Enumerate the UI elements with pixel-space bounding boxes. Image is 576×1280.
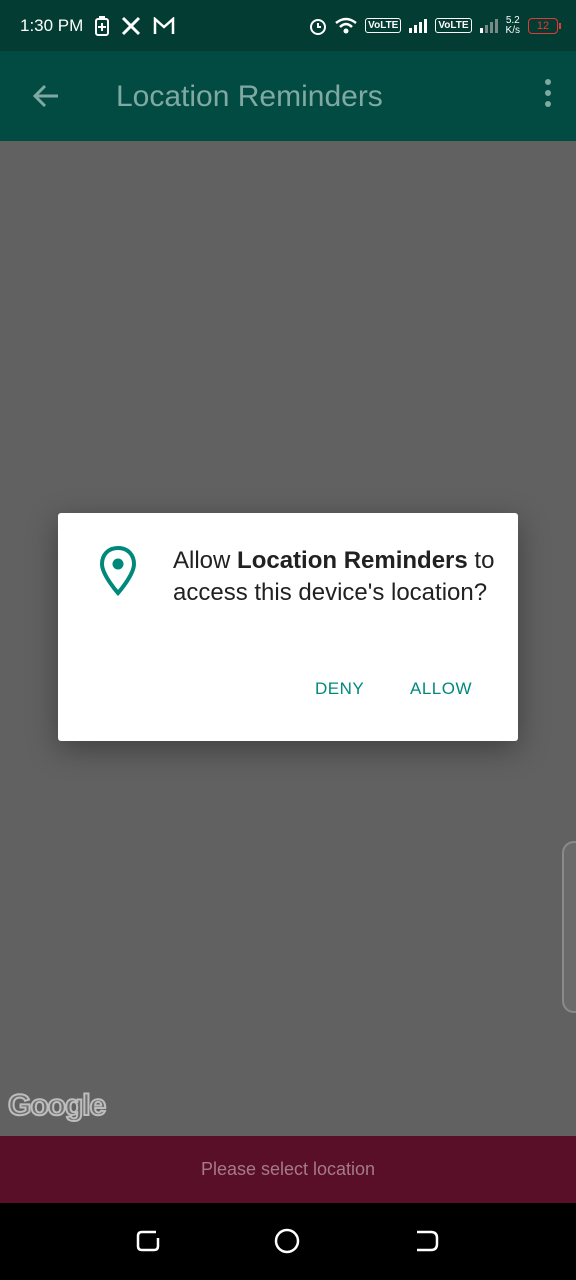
app-bar: Location Reminders (0, 51, 576, 141)
net-speed-unit: K/s (505, 24, 520, 36)
navigation-bar (0, 1203, 576, 1280)
battery-saver-icon (95, 15, 110, 36)
snackbar: Please select location (0, 1136, 576, 1203)
status-bar-left: 1:30 PM (20, 0, 175, 51)
deny-button[interactable]: DENY (315, 679, 364, 699)
dialog-message-prefix: Allow (173, 547, 238, 574)
volte-badge-1: VoLTE (365, 18, 402, 33)
location-pin-icon (99, 545, 137, 597)
x-app-icon (122, 16, 141, 35)
allow-button[interactable]: ALLOW (410, 679, 472, 699)
alarm-icon (310, 18, 327, 35)
status-bar: 1:30 PM VoLTE VoLTE 5.2 K/s 12 (0, 0, 576, 51)
page-title: Location Reminders (116, 80, 383, 113)
location-permission-dialog: Allow Location Reminders to access this … (58, 513, 518, 741)
clock: 1:30 PM (20, 15, 84, 35)
dialog-message: Allow Location Reminders to access this … (173, 545, 503, 609)
gmail-icon (154, 16, 175, 34)
more-options-icon[interactable] (542, 79, 554, 113)
status-bar-right: VoLTE VoLTE 5.2 K/s 12 (309, 0, 561, 51)
battery-icon: 12 (528, 17, 561, 34)
net-speed-value: 5.2 (505, 14, 520, 26)
home-icon[interactable] (272, 1226, 302, 1256)
signal-icon (409, 18, 428, 33)
signal-icon-2 (479, 18, 498, 33)
google-logo: Google (7, 1088, 107, 1123)
wifi-icon (335, 17, 357, 33)
back-nav-icon[interactable] (411, 1226, 441, 1256)
dialog-app-name: Location Reminders (237, 547, 468, 574)
volte-badge-2: VoLTE (435, 18, 472, 33)
recents-icon[interactable] (134, 1226, 164, 1256)
back-arrow-icon[interactable] (28, 78, 64, 114)
edge-panel-handle[interactable] (562, 841, 576, 1013)
net-speed: 5.2 K/s (505, 14, 520, 36)
